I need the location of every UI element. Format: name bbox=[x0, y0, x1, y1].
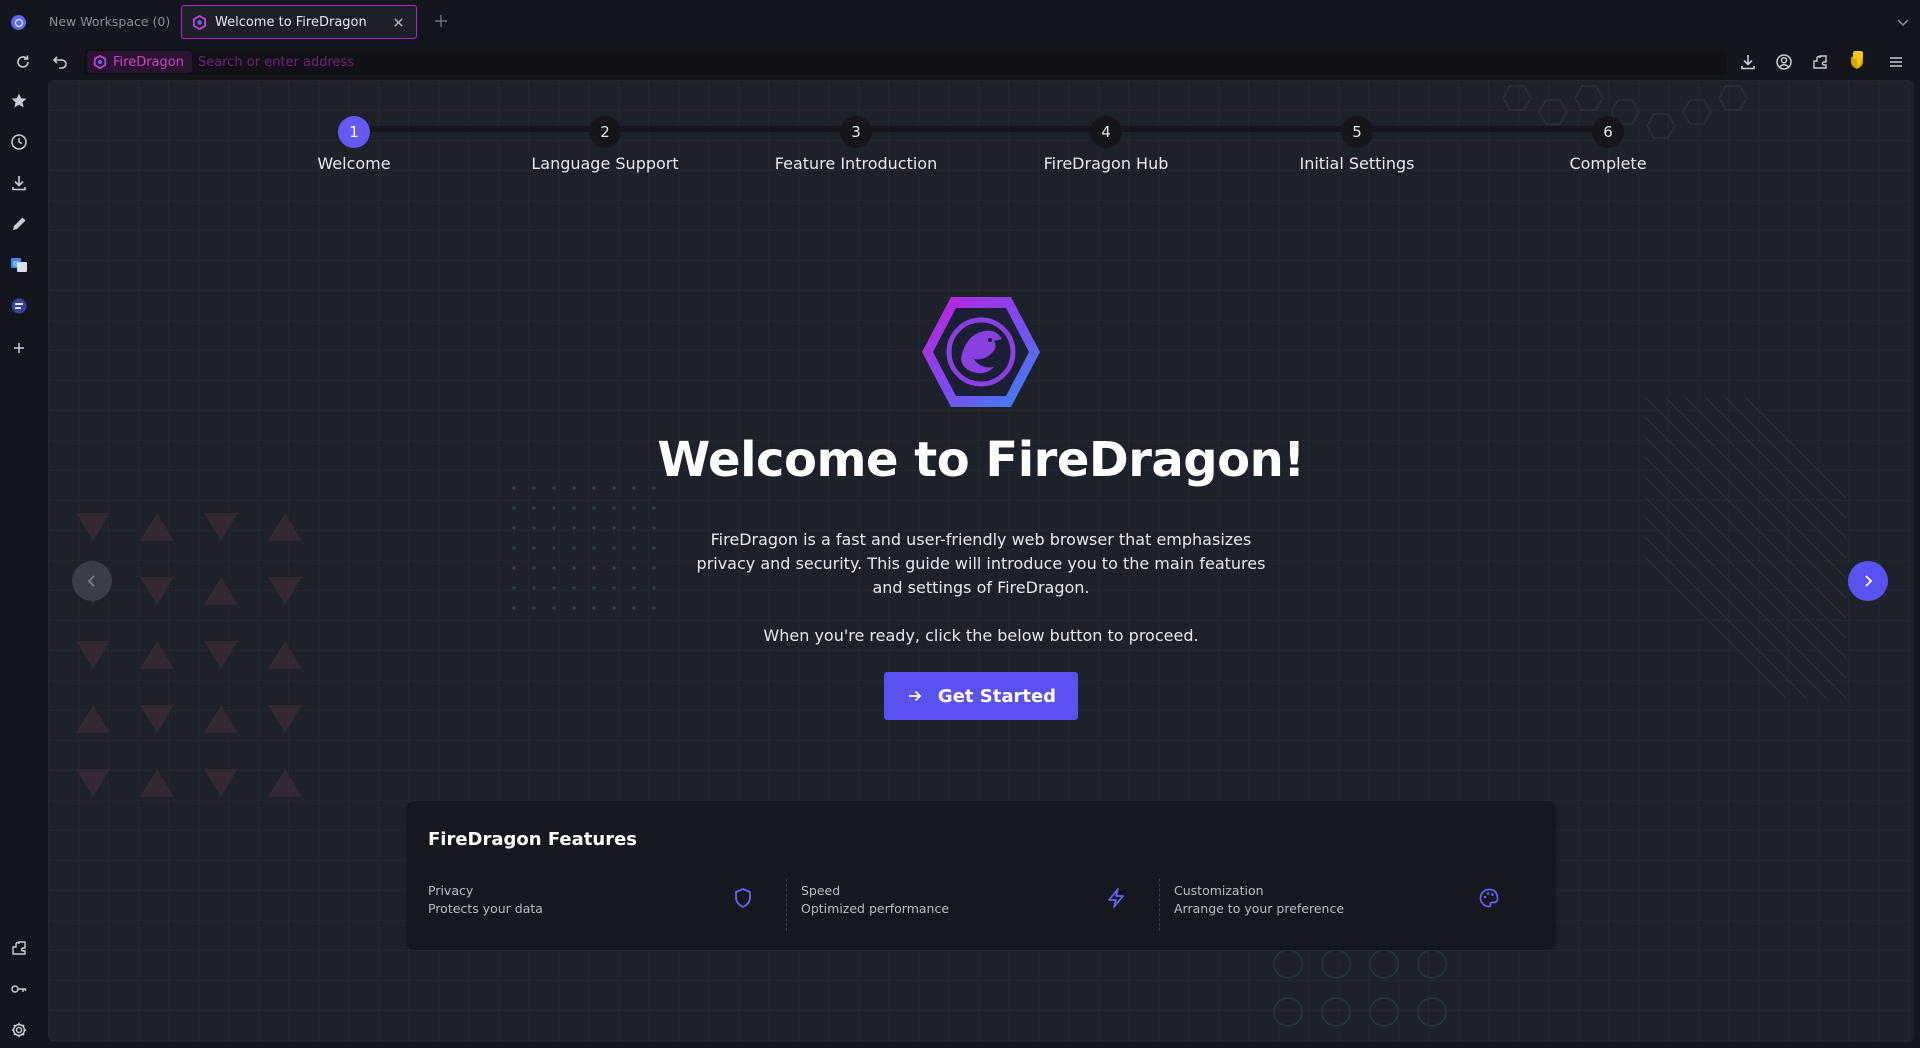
step-number: 4 bbox=[1090, 116, 1122, 148]
tab-label: New Workspace (0) bbox=[49, 13, 171, 29]
workspace-icon[interactable] bbox=[11, 15, 26, 30]
extensions-icon[interactable] bbox=[1811, 53, 1829, 71]
firedragon-icon[interactable] bbox=[10, 297, 28, 315]
step-label: Initial Settings bbox=[1299, 154, 1415, 173]
svg-text:G: G bbox=[13, 260, 18, 268]
palette-icon bbox=[1479, 888, 1499, 908]
step-label: Language Support bbox=[531, 154, 679, 173]
add-panel-icon[interactable] bbox=[10, 339, 28, 357]
step-welcome[interactable]: 1 Welcome bbox=[244, 116, 464, 173]
step-label: FireDragon Hub bbox=[1043, 154, 1169, 173]
get-started-label: Get Started bbox=[937, 685, 1057, 707]
bookmarks-icon[interactable] bbox=[10, 92, 28, 110]
next-step-button[interactable] bbox=[1848, 561, 1888, 601]
step-firedragon-hub[interactable]: 4 FireDragon Hub bbox=[996, 116, 1216, 173]
notes-icon[interactable] bbox=[10, 215, 28, 233]
features-card: FireDragon Features Privacy Protects you… bbox=[406, 801, 1556, 950]
decorative-circle-pattern bbox=[1273, 949, 1447, 1027]
menu-icon[interactable] bbox=[1887, 53, 1905, 71]
tab-bar: New Workspace (0) Welcome to FireDragon bbox=[0, 0, 1920, 44]
previous-step-button[interactable] bbox=[72, 561, 112, 601]
step-label: Welcome bbox=[317, 154, 391, 173]
feature-name: Speed bbox=[801, 883, 841, 898]
extensions-icon[interactable] bbox=[10, 939, 28, 957]
firedragon-logo bbox=[922, 297, 1040, 407]
welcome-page: 1 Welcome 2 Language Support 3 Feature I… bbox=[48, 80, 1914, 1042]
step-complete[interactable]: 6 Complete bbox=[1498, 116, 1718, 173]
feature-customization: Customization Arrange to your preference bbox=[1152, 875, 1502, 931]
tab-welcome[interactable]: Welcome to FireDragon bbox=[181, 5, 417, 39]
step-number: 2 bbox=[589, 116, 621, 148]
decorative-dot-pattern bbox=[512, 486, 656, 610]
downloads-icon[interactable] bbox=[10, 174, 28, 192]
back-icon[interactable] bbox=[51, 53, 69, 71]
step-number: 1 bbox=[338, 116, 370, 148]
step-label: Feature Introduction bbox=[774, 154, 938, 173]
decorative-triangle-pattern bbox=[76, 513, 302, 797]
site-identity-button[interactable]: FireDragon bbox=[87, 51, 192, 73]
welcome-title: Welcome to FireDragon! bbox=[657, 432, 1305, 488]
passwords-icon[interactable] bbox=[10, 980, 28, 998]
site-identity-label: FireDragon bbox=[113, 54, 184, 70]
tab-label: Welcome to FireDragon bbox=[215, 14, 367, 30]
close-tab-icon[interactable] bbox=[390, 14, 406, 30]
settings-icon[interactable] bbox=[10, 1021, 28, 1039]
chevron-left-icon bbox=[87, 575, 95, 587]
history-icon[interactable] bbox=[10, 133, 28, 151]
feature-name: Customization bbox=[1174, 883, 1264, 898]
extension-badge bbox=[1853, 51, 1863, 59]
feature-description: Optimized performance bbox=[801, 901, 950, 916]
lightning-icon bbox=[1108, 888, 1124, 908]
chevron-right-icon bbox=[1865, 575, 1873, 587]
step-number: 5 bbox=[1341, 116, 1373, 148]
step-language-support[interactable]: 2 Language Support bbox=[495, 116, 715, 173]
downloads-icon[interactable] bbox=[1739, 53, 1757, 71]
welcome-description: FireDragon is a fast and user-friendly w… bbox=[696, 530, 1266, 597]
proceed-instruction: When you're ready, click the below butto… bbox=[763, 626, 1199, 645]
feature-description: Protects your data bbox=[428, 901, 543, 916]
step-number: 3 bbox=[840, 116, 872, 148]
firedragon-favicon-icon bbox=[192, 14, 207, 30]
step-initial-settings[interactable]: 5 Initial Settings bbox=[1247, 116, 1467, 173]
firedragon-favicon-icon bbox=[93, 55, 107, 69]
get-started-button[interactable]: Get Started bbox=[884, 672, 1078, 720]
feature-privacy: Privacy Protects your data bbox=[406, 875, 756, 931]
step-number: 6 bbox=[1592, 116, 1624, 148]
decorative-stripe-pattern bbox=[1646, 398, 1846, 698]
reload-icon[interactable] bbox=[14, 53, 32, 71]
feature-speed: Speed Optimized performance bbox=[779, 875, 1129, 931]
step-feature-introduction[interactable]: 3 Feature Introduction bbox=[746, 116, 966, 173]
translate-icon[interactable]: G bbox=[10, 256, 28, 274]
new-tab-icon[interactable] bbox=[432, 12, 450, 30]
address-bar[interactable]: FireDragon bbox=[84, 49, 1726, 75]
step-label: Complete bbox=[1569, 154, 1647, 173]
feature-description: Arrange to your preference bbox=[1174, 901, 1345, 916]
sidebar: G bbox=[0, 80, 48, 1048]
account-icon[interactable] bbox=[1775, 53, 1793, 71]
shield-icon bbox=[735, 888, 751, 909]
arrow-right-icon bbox=[908, 690, 922, 702]
feature-name: Privacy bbox=[428, 883, 474, 898]
features-title: FireDragon Features bbox=[428, 829, 637, 850]
navigation-toolbar: FireDragon bbox=[0, 44, 1920, 80]
url-input[interactable] bbox=[197, 51, 1726, 73]
chevron-down-icon[interactable] bbox=[1895, 14, 1911, 30]
tab-new-workspace[interactable]: New Workspace (0) bbox=[37, 8, 182, 34]
